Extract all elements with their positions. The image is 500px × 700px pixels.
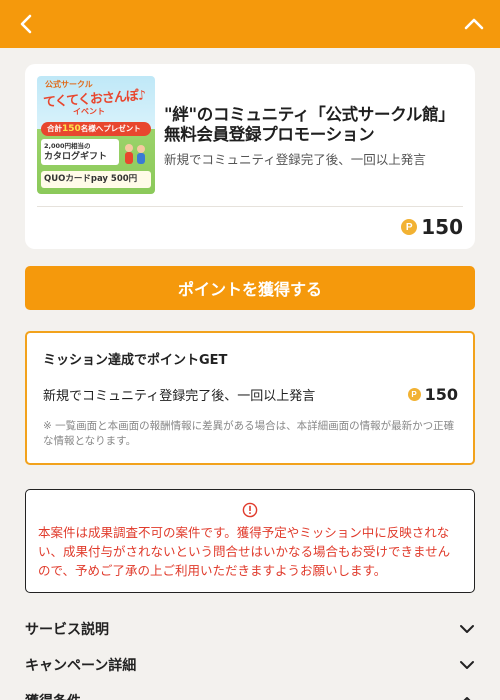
chevron-left-icon[interactable] [14,12,38,36]
point-coin-icon: P [401,219,418,235]
chevron-up-icon [463,697,471,700]
chevron-up-icon[interactable] [462,12,486,36]
point-coin-icon: P [407,388,421,401]
chevron-down-icon [460,625,474,633]
warning-box: 本案件は成果調査不可の案件です。獲得予定やミッション中に反映されない、成果付与が… [25,489,475,593]
accordion-campaign-details[interactable]: キャンペーン詳細 [25,647,475,683]
accordion: サービス説明 キャンペーン詳細 獲得条件 [25,611,475,700]
offer-title: "絆"のコミュニティ「公式サークル館」無料会員登録プロモーション [164,105,455,144]
thumbnail-quo: QUOカードpay 500円 [41,171,151,188]
offer-subtitle: 新規でコミュニティ登録完了後、一回以上発言 [164,152,426,167]
accordion-acquisition-conditions[interactable]: 獲得条件 [25,683,475,700]
mission-row: 新規でコミュニティ登録完了後、一回以上発言 P 150 [43,385,458,404]
divider [37,206,463,207]
offer-thumbnail: 公式サークル てくてくおさんぽ♪ イベント 合計150名様へプレゼント 2,00… [37,76,155,194]
top-bar [0,0,500,48]
offer-points: P 150 [37,215,463,239]
mission-points: 150 [424,385,458,404]
people-illustration-icon [125,144,145,164]
mission-box: ミッション達成でポイントGET 新規でコミュニティ登録完了後、一回以上発言 P … [25,331,475,465]
get-points-button[interactable]: ポイントを獲得する [25,266,475,310]
mission-task: 新規でコミュニティ登録完了後、一回以上発言 [43,389,316,404]
mission-note: ※ 一覧画面と本画面の報酬情報に差異がある場合は、本詳細画面の情報が最新かつ正確… [43,420,455,447]
thumbnail-band: 合計150名様へプレゼント [41,122,151,136]
thumbnail-gift: 2,000円相当の カタログギフト [41,139,119,165]
mission-heading: ミッション達成でポイントGET [43,353,228,368]
accordion-service-description[interactable]: サービス説明 [25,611,475,647]
chevron-down-icon [460,661,474,669]
info-icon [242,502,258,518]
points-value: 150 [421,215,463,239]
accordion-label: サービス説明 [25,622,109,638]
thumbnail-text: イベント [73,107,105,116]
offer-card: 公式サークル てくてくおさんぽ♪ イベント 合計150名様へプレゼント 2,00… [25,64,475,249]
accordion-label: キャンペーン詳細 [25,658,137,674]
accordion-label: 獲得条件 [25,691,81,700]
warning-text: 本案件は成果調査不可の案件です。獲得予定やミッション中に反映されない、成果付与が… [38,525,451,578]
